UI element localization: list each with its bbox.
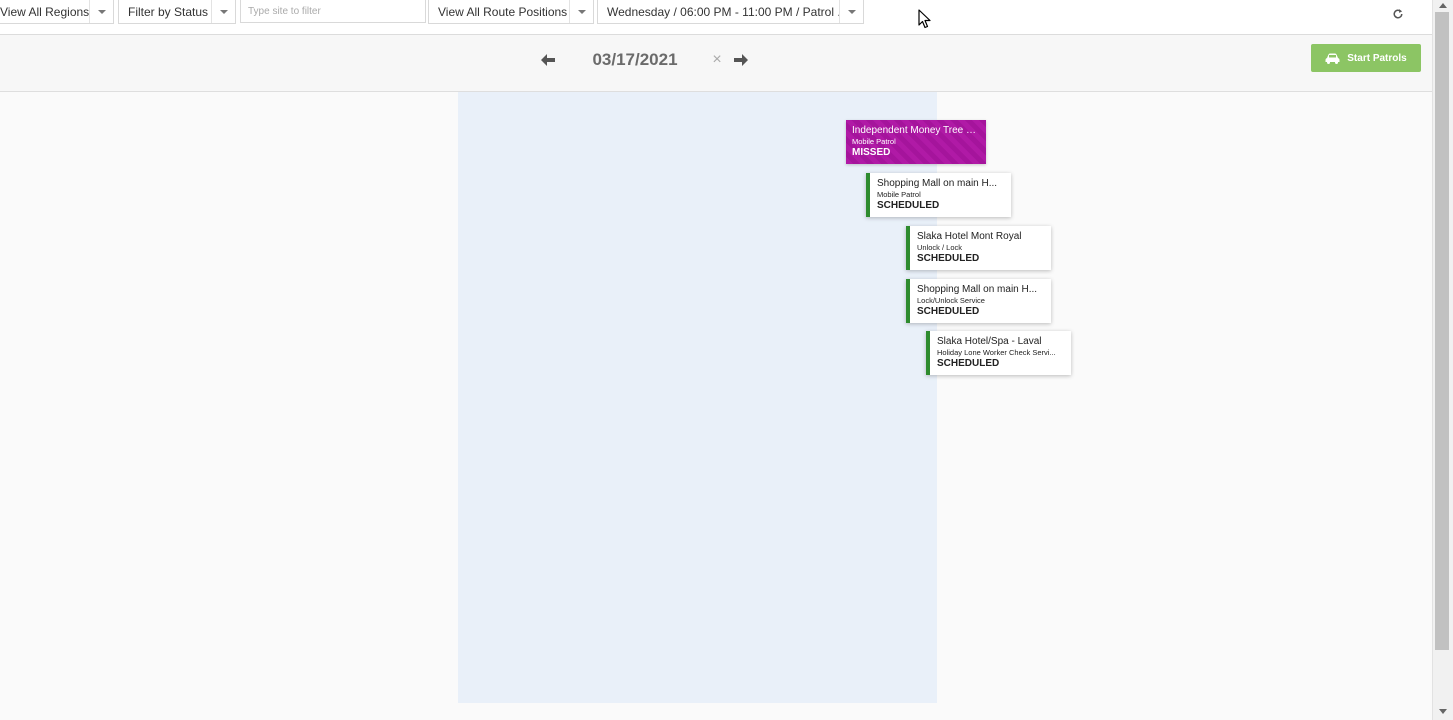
patrol-status: SCHEDULED — [877, 200, 940, 211]
patrol-site: Shopping Mall on main H... — [877, 178, 998, 189]
previous-day-button[interactable] — [538, 50, 558, 70]
patrol-card[interactable]: Shopping Mall on main H... Mobile Patrol… — [866, 173, 1011, 217]
scroll-down-arrow-icon[interactable] — [1439, 709, 1447, 714]
vertical-scrollbar[interactable] — [1432, 0, 1453, 720]
mouse-cursor-icon — [918, 9, 931, 29]
arrow-right-icon — [734, 54, 748, 66]
site-filter-input[interactable] — [240, 0, 426, 23]
patrol-site: Independent Money Tree B... — [852, 125, 980, 136]
patrol-site: Shopping Mall on main H... — [917, 284, 1038, 295]
route-positions-dropdown[interactable]: View All Route Positions — [428, 0, 594, 24]
status-dropdown-toggle[interactable] — [211, 0, 235, 23]
chevron-down-icon — [577, 9, 586, 14]
status-dropdown-label: Filter by Status — [128, 4, 209, 19]
patrol-service: Mobile Patrol — [852, 137, 896, 146]
refresh-button[interactable] — [1387, 3, 1409, 25]
regions-dropdown-label: View All Regions — [0, 4, 89, 19]
patrol-site: Slaka Hotel/Spa - Laval — [937, 336, 1042, 347]
filter-bar: View All Regions Filter by Status View A… — [0, 0, 1432, 35]
status-dropdown[interactable]: Filter by Status — [118, 0, 236, 24]
chevron-down-icon — [847, 9, 856, 14]
start-patrols-label: Start Patrols — [1347, 52, 1407, 64]
patrol-card[interactable]: Slaka Hotel/Spa - Laval Holiday Lone Wor… — [926, 331, 1071, 375]
patrol-service: Holiday Lone Worker Check Servi... — [937, 348, 1056, 357]
patrol-status: SCHEDULED — [917, 306, 980, 317]
shift-dropdown-toggle[interactable] — [839, 0, 863, 23]
patrol-card[interactable]: Shopping Mall on main H... Lock/Unlock S… — [906, 279, 1051, 323]
patrol-service: Lock/Unlock Service — [917, 296, 985, 305]
start-patrols-button[interactable]: Start Patrols — [1311, 44, 1421, 72]
route-positions-dropdown-label: View All Route Positions — [438, 4, 568, 19]
arrow-left-icon — [541, 54, 555, 66]
patrol-card[interactable]: Slaka Hotel Mont Royal Unlock / Lock SCH… — [906, 226, 1051, 270]
patrol-site: Slaka Hotel Mont Royal — [917, 231, 1022, 242]
regions-dropdown-toggle[interactable] — [89, 0, 113, 23]
next-day-button[interactable] — [731, 50, 751, 70]
shift-dropdown-label: Wednesday / 06:00 PM - 11:00 PM / Patrol… — [607, 4, 839, 19]
date-navigation-bar: 03/17/2021 × Start Patrols — [0, 35, 1432, 92]
refresh-icon — [1393, 9, 1403, 19]
shift-dropdown[interactable]: Wednesday / 06:00 PM - 11:00 PM / Patrol… — [597, 0, 864, 24]
regions-dropdown[interactable]: View All Regions — [0, 0, 114, 24]
patrol-service: Mobile Patrol — [877, 190, 921, 199]
chevron-down-icon — [219, 9, 228, 14]
patrol-service: Unlock / Lock — [917, 243, 963, 252]
patrol-card-missed[interactable]: Independent Money Tree B... Mobile Patro… — [846, 120, 986, 164]
car-icon — [1325, 53, 1340, 64]
patrol-scheduler: View All Regions Filter by Status View A… — [0, 0, 1453, 720]
patrol-status: MISSED — [852, 147, 891, 158]
patrol-status: SCHEDULED — [917, 253, 980, 264]
route-positions-dropdown-toggle[interactable] — [569, 0, 593, 23]
clear-date-button[interactable]: × — [709, 51, 725, 69]
chevron-down-icon — [97, 9, 106, 14]
patrol-status: SCHEDULED — [937, 358, 1000, 369]
scroll-up-arrow-icon[interactable] — [1439, 3, 1447, 8]
current-date: 03/17/2021 — [592, 50, 678, 69]
scrollbar-thumb[interactable] — [1435, 12, 1449, 650]
